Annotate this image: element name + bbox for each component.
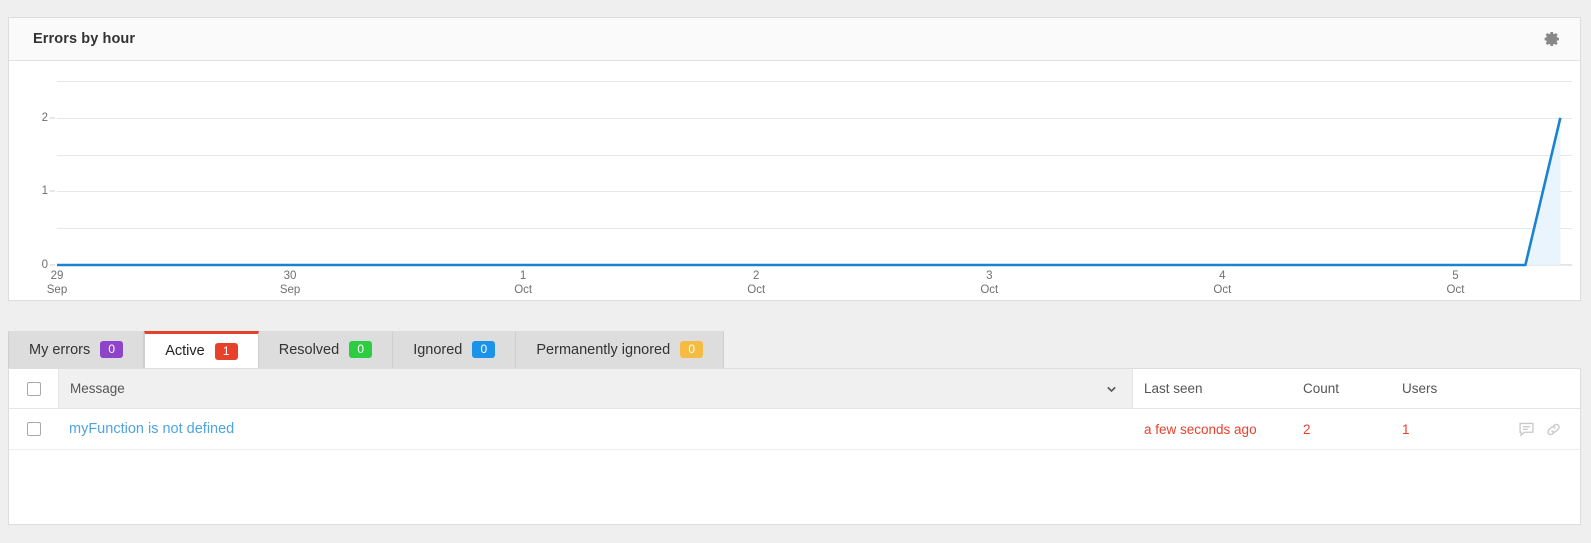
tab-count-badge: 0 bbox=[349, 341, 373, 358]
x-tick-day: 3 bbox=[986, 270, 993, 282]
errors-line-chart[interactable]: 012 bbox=[42, 81, 1572, 271]
last-seen-value: a few seconds ago bbox=[1144, 421, 1257, 437]
tab-ignored[interactable]: Ignored 0 bbox=[393, 331, 517, 368]
column-header-message[interactable]: Message bbox=[58, 369, 1133, 408]
x-tick-month: Sep bbox=[46, 284, 68, 296]
x-axis-tick-label: 4 Oct bbox=[1213, 269, 1231, 297]
tab-count-badge: 1 bbox=[214, 342, 238, 360]
table-header-row: Message Last seen Count Users bbox=[9, 369, 1580, 409]
cell-count: 2 bbox=[1292, 422, 1391, 437]
tab-label: Active bbox=[165, 343, 205, 359]
x-tick-month: Oct bbox=[1446, 284, 1465, 296]
x-axis-tick-label: 30 Sep bbox=[280, 269, 300, 297]
column-header-users[interactable]: Users bbox=[1391, 381, 1511, 396]
y-axis-tick-label: 1 bbox=[41, 185, 48, 198]
tab-label: My errors bbox=[29, 341, 91, 358]
tab-resolved[interactable]: Resolved 0 bbox=[258, 331, 394, 368]
column-header-count-label: Count bbox=[1303, 381, 1340, 396]
select-all-cell bbox=[9, 369, 58, 408]
x-axis-tick-labels: 29 Sep 30 Sep 1 Oct 2 Oct 3 Oct 4 Oct 5 Oct bbox=[47, 269, 1572, 301]
table-row[interactable]: myFunction is not defined a few seconds … bbox=[9, 409, 1580, 450]
x-tick-day: 30 bbox=[283, 270, 297, 282]
row-select-cell bbox=[9, 409, 58, 449]
x-tick-month: Sep bbox=[279, 284, 301, 296]
x-tick-day: 5 bbox=[1452, 270, 1459, 282]
tab-label: Ignored bbox=[413, 341, 463, 358]
tab-count-badge: 0 bbox=[472, 341, 496, 358]
x-axis-tick-label: 1 Oct bbox=[514, 269, 532, 297]
tab-count-badge: 0 bbox=[680, 341, 704, 358]
x-tick-month: Oct bbox=[1213, 284, 1232, 296]
chevron-down-icon[interactable] bbox=[1105, 382, 1118, 395]
x-axis-tick-label: 3 Oct bbox=[980, 269, 998, 297]
x-tick-day: 1 bbox=[519, 270, 527, 282]
page-title: Errors by hour bbox=[33, 31, 136, 47]
column-header-last-seen-label: Last seen bbox=[1144, 381, 1203, 396]
tab-active[interactable]: Active 1 bbox=[144, 331, 259, 368]
cell-last-seen: a few seconds ago bbox=[1133, 422, 1292, 437]
x-tick-month: Oct bbox=[747, 284, 766, 296]
x-tick-day: 4 bbox=[1219, 270, 1226, 282]
column-header-message-label: Message bbox=[70, 381, 125, 396]
comment-icon[interactable] bbox=[1518, 421, 1535, 438]
row-select-checkbox[interactable] bbox=[26, 422, 41, 436]
error-status-tabs[interactable]: My errors 0 Active 1 Resolved 0 Ignored 0 Perman… bbox=[8, 331, 725, 368]
y-axis-tick-label: 2 bbox=[41, 111, 48, 124]
error-message-link[interactable]: myFunction is not defined bbox=[69, 421, 234, 437]
users-value: 1 bbox=[1402, 421, 1410, 437]
chart-series-errors bbox=[57, 81, 1572, 265]
gear-icon[interactable] bbox=[1542, 29, 1562, 49]
y-axis-tick-mark bbox=[50, 117, 55, 119]
tab-label: Permanently ignored bbox=[536, 341, 671, 358]
x-tick-day: 29 bbox=[50, 270, 64, 282]
select-all-checkbox[interactable] bbox=[26, 381, 41, 396]
tab-permanently-ignored[interactable]: Permanently ignored 0 bbox=[516, 331, 725, 368]
tab-count-badge: 0 bbox=[100, 341, 124, 358]
cell-actions bbox=[1511, 421, 1580, 438]
count-value: 2 bbox=[1303, 421, 1311, 437]
tab-label: Resolved bbox=[278, 341, 340, 358]
chart-body: 012 29 Sep 30 Sep 1 Oct 2 Oct 3 Oct 4 Oct 5 Oct bbox=[9, 61, 1580, 300]
chart-panel-header: Errors by hour bbox=[9, 18, 1580, 61]
cell-message: myFunction is not defined bbox=[58, 409, 1133, 449]
errors-table-panel: Message Last seen Count Users myFunction… bbox=[8, 368, 1581, 525]
errors-by-hour-panel: Errors by hour 012 29 Sep 30 Sep 1 Oct 2 Oct 3 Oc… bbox=[8, 17, 1581, 301]
x-axis-tick-label: 29 Sep bbox=[47, 269, 67, 297]
y-axis-tick-mark bbox=[50, 190, 55, 192]
link-icon[interactable] bbox=[1545, 421, 1562, 438]
x-tick-month: Oct bbox=[514, 284, 533, 296]
cell-users: 1 bbox=[1391, 422, 1511, 437]
column-header-users-label: Users bbox=[1402, 381, 1438, 396]
x-tick-day: 2 bbox=[753, 270, 760, 282]
x-tick-month: Oct bbox=[980, 284, 999, 296]
column-header-count[interactable]: Count bbox=[1292, 381, 1391, 396]
column-header-last-seen[interactable]: Last seen bbox=[1133, 381, 1292, 396]
y-axis-tick-mark bbox=[50, 264, 55, 266]
x-axis-tick-label: 2 Oct bbox=[747, 269, 765, 297]
x-axis-tick-label: 5 Oct bbox=[1447, 269, 1465, 297]
tab-my-errors[interactable]: My errors 0 bbox=[8, 331, 145, 368]
